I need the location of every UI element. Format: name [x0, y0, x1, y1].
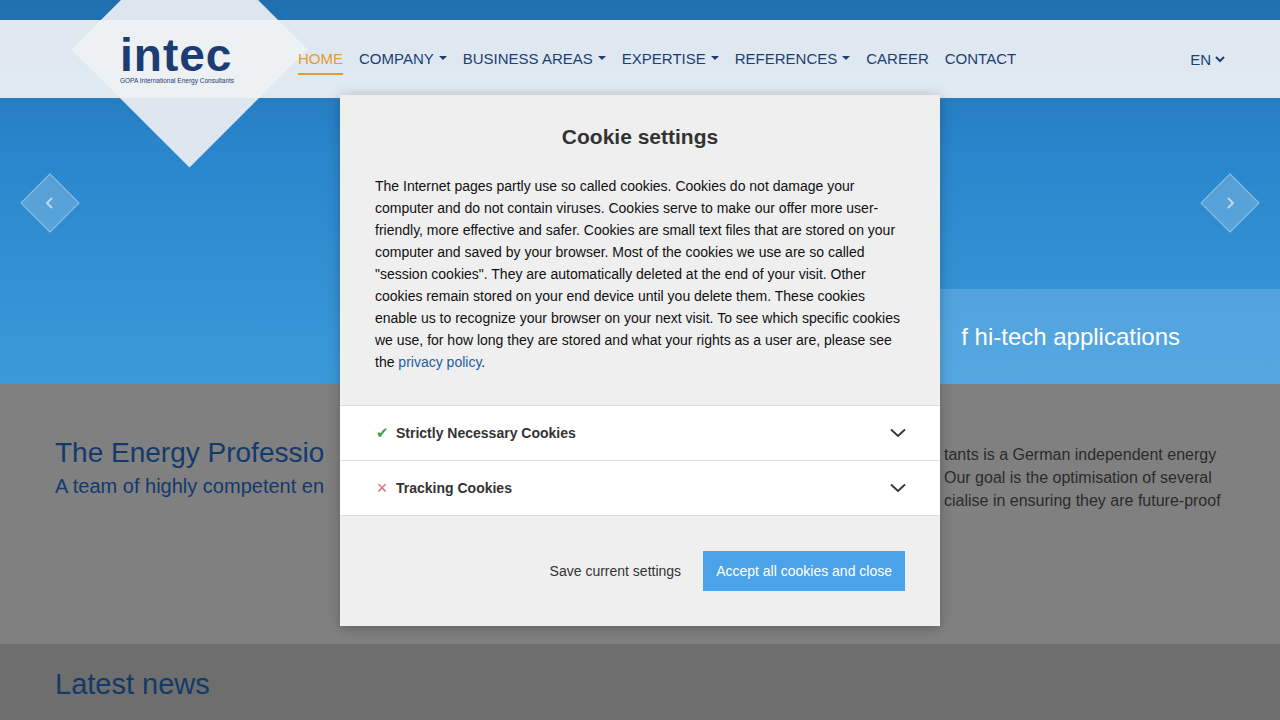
intro-text: tants is a German independent energyOur …	[944, 384, 1260, 644]
intro-subtitle: A team of highly competent en	[55, 475, 324, 498]
intro-title: The Energy Professio	[55, 437, 324, 469]
logo-tagline: GOPA International Energy Consultants	[120, 77, 298, 84]
status-icon[interactable]: ×	[375, 478, 389, 499]
caret-icon	[439, 56, 447, 60]
cookie-dialog: Cookie settingsThe Internet pages partly…	[340, 95, 940, 626]
news-section: Latest news	[0, 644, 1280, 720]
caret-icon	[598, 56, 606, 60]
dialog-text: The Internet pages partly use so called …	[340, 165, 940, 405]
page: intecGOPA International Energy Consultan…	[0, 0, 1280, 720]
logo-name: intec	[120, 34, 298, 78]
cookie-categories: ✔Strictly Necessary Cookies×Tracking Coo…	[340, 405, 940, 516]
chevron-down-icon	[1215, 55, 1225, 63]
nav-item[interactable]: EXPERTISE	[622, 44, 719, 75]
nav-item[interactable]: CONTACT	[945, 44, 1016, 75]
nav-item[interactable]: BUSINESS AREAS	[463, 44, 606, 75]
dialog-button[interactable]: Save current settings	[550, 551, 682, 591]
nav-item[interactable]: CAREER	[866, 44, 929, 75]
dialog-button[interactable]: Accept all cookies and close	[703, 551, 905, 591]
dialog-title: Cookie settings	[340, 95, 940, 165]
status-icon[interactable]: ✔	[375, 424, 389, 442]
logo[interactable]: intecGOPA International Energy Consultan…	[120, 34, 298, 85]
caret-icon	[711, 56, 719, 60]
chevron-left-icon	[43, 196, 57, 210]
chevron-down-icon[interactable]	[890, 483, 906, 493]
header: intecGOPA International Energy Consultan…	[0, 20, 1280, 98]
slider-next[interactable]	[1200, 173, 1259, 232]
nav-item[interactable]: REFERENCES	[735, 44, 851, 75]
privacy-link[interactable]: privacy policy	[398, 354, 481, 370]
main-nav: HOME COMPANY BUSINESS AREAS EXPERTISE REFERE…	[298, 44, 1016, 75]
chevron-right-icon	[1223, 196, 1237, 210]
language-switch[interactable]: EN	[1190, 51, 1225, 68]
slider-prev[interactable]	[20, 173, 79, 232]
news-title: Latest news	[55, 668, 1225, 701]
cookie-category[interactable]: ×Tracking Cookies	[340, 460, 940, 516]
nav-item[interactable]: COMPANY	[359, 44, 447, 75]
dialog-footer: Save current settings Accept all cookies …	[340, 516, 940, 626]
hero-caption: f hi-tech applications	[900, 289, 1280, 384]
nav-item[interactable]: HOME	[298, 44, 343, 75]
chevron-down-icon[interactable]	[890, 428, 906, 438]
caret-icon	[842, 56, 850, 60]
cookie-category[interactable]: ✔Strictly Necessary Cookies	[340, 405, 940, 460]
